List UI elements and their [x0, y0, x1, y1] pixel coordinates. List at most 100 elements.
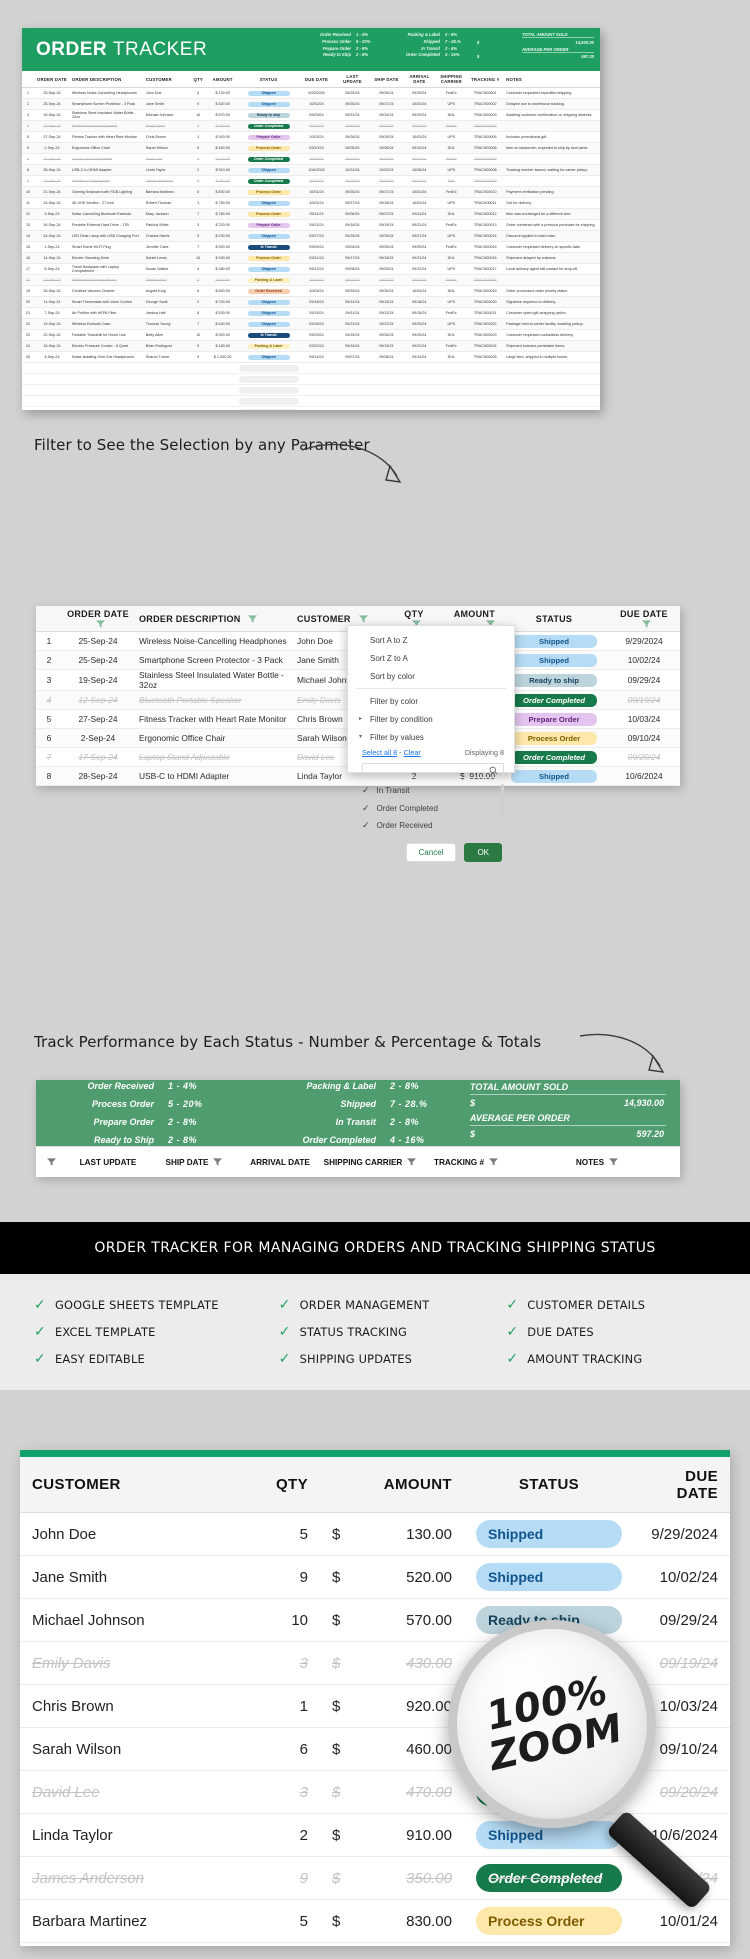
table-row[interactable]: 23 22-Sep-24 Foldable Treadmill for Home… [22, 330, 600, 341]
filter-option[interactable]: ✓ Order Completed [362, 800, 506, 818]
table-row[interactable]: 20 11-Sep-24 Smart Thermostat with Voice… [22, 297, 600, 308]
filter-icon[interactable] [46, 1158, 56, 1166]
filter-option[interactable]: ✓ Packing & Label [362, 835, 506, 838]
hero-col-notes[interactable]: NOTES [504, 77, 600, 82]
table-row[interactable]: 1 25-Sep-24 Wireless Noise-Cancelling He… [22, 88, 600, 99]
table-row[interactable]: Robert Thomas 1 $ 750.00 Shipped 10/01/2… [20, 1943, 730, 1946]
table-row[interactable]: 6 2-Sep-24 Ergonomic Office Chair Sarah … [22, 143, 600, 154]
cancel-button[interactable]: Cancel [405, 843, 457, 862]
filter-icon[interactable] [213, 1158, 223, 1166]
hero-col-order-date[interactable]: ORDER DATE [34, 77, 70, 82]
col-header-order-date[interactable]: ORDER DATE [62, 609, 134, 629]
table-row[interactable]: 22 19-Sep-24 Wireless Earbuds Case Thoma… [22, 319, 600, 330]
table-row[interactable]: 12 3-Sep-24 Noise-Cancelling Bluetooth E… [22, 209, 600, 220]
cell-due-date: 09/27/24 [309, 179, 324, 183]
hero-col-arrival-date[interactable]: ARRIVAL DATE [402, 74, 436, 84]
table-row[interactable]: 18 20-Sep-24 Mechanical Gaming Mouse Tho… [22, 275, 600, 286]
hero-col-amount[interactable]: AMOUNT [207, 77, 239, 82]
table-row[interactable]: 21 7-Sep-24 Air Purifier with HEPA Filte… [22, 308, 600, 319]
scrollbar-thumb[interactable] [501, 784, 504, 820]
cell-due-date: 09/25/24 [309, 322, 324, 326]
feature-item: ✓ AMOUNT TRACKING [506, 1352, 716, 1366]
menu-filter-by-condition[interactable]: ▸ Filter by condition [348, 710, 514, 728]
table-row[interactable]: 2 25-Sep-24 Smartphone Screen Protector … [22, 99, 600, 110]
filter-icon[interactable] [642, 620, 651, 628]
table-row[interactable]: Emily Davis 3 $ 430.00 Order Completed 0… [20, 1642, 730, 1685]
filter-icon[interactable] [248, 615, 258, 623]
table-row[interactable]: 4 12-Sep-24 Bluetooth Portable Speaker E… [22, 121, 600, 132]
hero-col-status[interactable]: STATUS [239, 77, 299, 82]
filter-dropdown-menu[interactable]: Sort A to Z Sort Z to A Sort by color Fi… [347, 625, 515, 862]
hero-col-tracking-[interactable]: TRACKING # [466, 77, 504, 82]
displaying-count: Displaying 8 [464, 748, 504, 757]
status-badge: Prepare Order [511, 712, 597, 726]
filter-option[interactable]: ✓ In Transit [362, 782, 506, 800]
table-row[interactable]: 11 24-Sep-24 4K UHD Monitor - 27-inch Ro… [22, 198, 600, 209]
col-filter-slot[interactable] [36, 1158, 66, 1166]
col-header-ship-date[interactable]: SHIP DATE [150, 1158, 238, 1167]
clear-link[interactable]: Clear [404, 748, 421, 757]
summary-stat-value: 2 - 8% [168, 1117, 198, 1127]
col-header-tracking-number[interactable]: TRACKING # [418, 1158, 514, 1167]
col-header-status[interactable]: STATUS [500, 614, 608, 624]
table-row[interactable]: 3 19-Sep-24 Stainless Steel Insulated Wa… [22, 110, 600, 121]
select-all-link[interactable]: Select all 8 [362, 748, 397, 757]
table-row[interactable]: John Doe 5 $ 130.00 Shipped 9/29/2024 [20, 1513, 730, 1556]
table-row[interactable]: 8 28-Sep-24 USB-C to HDMI Adapter Linda … [22, 165, 600, 176]
col-header-shipping-carrier[interactable]: SHIPPING CARRIER [322, 1158, 418, 1167]
col-header-order-description[interactable]: ORDER DESCRIPTION [134, 614, 292, 624]
menu-sort-z-a[interactable]: Sort Z to A [348, 649, 514, 667]
table-row[interactable]: Jane Smith 9 $ 520.00 Shipped 10/02/24 [20, 1556, 730, 1599]
table-row[interactable]: Barbara Martinez 5 $ 830.00 Process Orde… [20, 1900, 730, 1943]
table-row[interactable]: 19 26-Sep-24 Cordless Vacuum Cleaner Ang… [22, 286, 600, 297]
col-header-notes[interactable]: NOTES [514, 1158, 680, 1167]
filter-icon[interactable] [609, 1158, 619, 1166]
menu-sort-by-color[interactable]: Sort by color [348, 667, 514, 685]
col-header-customer[interactable]: CUSTOMER [292, 614, 392, 624]
table-row[interactable]: 24 15-Sep-24 Electric Pressure Cooker - … [22, 341, 600, 352]
ok-button[interactable]: OK [464, 843, 502, 862]
filter-search-input[interactable] [362, 763, 504, 778]
hero-col-qty[interactable]: QTY [190, 77, 207, 82]
hero-col-ship-date[interactable]: SHIP DATE [370, 77, 402, 82]
filter-value-list[interactable]: ✓ In Transit ✓ Order Completed ✓ Order R… [362, 782, 506, 838]
cell-description: Mechanical Gaming Mouse [71, 278, 117, 282]
menu-filter-by-color[interactable]: Filter by color [348, 692, 514, 710]
cell-description: Bluetooth Portable Speaker [139, 695, 242, 705]
table-row[interactable]: 25 4-Sep-24 Noise-Isolating Over-Ear Hea… [22, 352, 600, 363]
table-row[interactable]: 13 16-Sep-24 Portable External Hard Driv… [22, 220, 600, 231]
cell-qty: 3 [299, 1654, 308, 1672]
hero-col-customer[interactable]: CUSTOMER [144, 77, 190, 82]
filter-option[interactable]: ✓ Order Received [362, 817, 506, 835]
table-row[interactable]: 16 14-Sep-24 Electric Standing Desk Dani… [22, 253, 600, 264]
table-row[interactable]: 15 1-Sep-24 Smart Home Wi-Fi Plug Jennif… [22, 242, 600, 253]
status-badge: In Transit [247, 332, 290, 338]
table-row[interactable]: Michael Johnson 10 $ 570.00 Ready to shi… [20, 1599, 730, 1642]
hero-col-due-date[interactable]: DUE DATE [299, 77, 335, 82]
filter-icon[interactable] [96, 620, 105, 628]
table-row[interactable]: 9 24-Sep-24 Wireless Charging Pad James … [22, 176, 600, 187]
table-row[interactable]: 7 17-Sep-24 Laptop Stand Adjustable Davi… [22, 154, 600, 165]
col-header-last-update[interactable]: LAST UPDATE [66, 1158, 150, 1167]
menu-filter-by-values[interactable]: ▾ Filter by values [348, 728, 514, 746]
filter-icon[interactable] [358, 615, 368, 623]
table-row[interactable]: Linda Taylor 2 $ 910.00 Shipped 10/6/202… [20, 1814, 730, 1857]
table-row[interactable]: 10 21-Sep-24 Gaming Keyboard with RGB Li… [22, 187, 600, 198]
col-header-due-date[interactable]: DUE DATE [608, 609, 680, 629]
cell-amount: 920.00 [406, 1697, 452, 1715]
filter-icon[interactable] [489, 1158, 499, 1166]
table-row[interactable]: David Lee 3 $ 470.00 Order Completed 09/… [20, 1771, 730, 1814]
menu-sort-a-z[interactable]: Sort A to Z [348, 631, 514, 649]
hero-col-order-description[interactable]: ORDER DESCRIPTION [70, 77, 144, 82]
col-header-arrival-date[interactable]: ARRIVAL DATE [238, 1158, 322, 1167]
cell-customer: David Lee [145, 157, 163, 161]
table-row[interactable]: James Anderson 9 $ 350.00 Order Complete… [20, 1857, 730, 1900]
table-row[interactable]: Chris Brown 1 $ 920.00 Prepare Order 10/… [20, 1685, 730, 1728]
table-row[interactable]: Sarah Wilson 6 $ 460.00 Process Order 09… [20, 1728, 730, 1771]
hero-col-last-update[interactable]: LAST UPDATE [334, 74, 370, 84]
hero-col-shipping-carrier[interactable]: SHIPPING CARRIER [436, 74, 466, 84]
table-row[interactable]: 14 24-Sep-24 LED Desk Lamp with USB Char… [22, 231, 600, 242]
filter-icon[interactable] [407, 1158, 417, 1166]
table-row[interactable]: 5 27-Sep-24 Fitness Tracker with Heart R… [22, 132, 600, 143]
table-row[interactable]: 17 5-Sep-24 Travel Backpack with Laptop … [22, 264, 600, 275]
